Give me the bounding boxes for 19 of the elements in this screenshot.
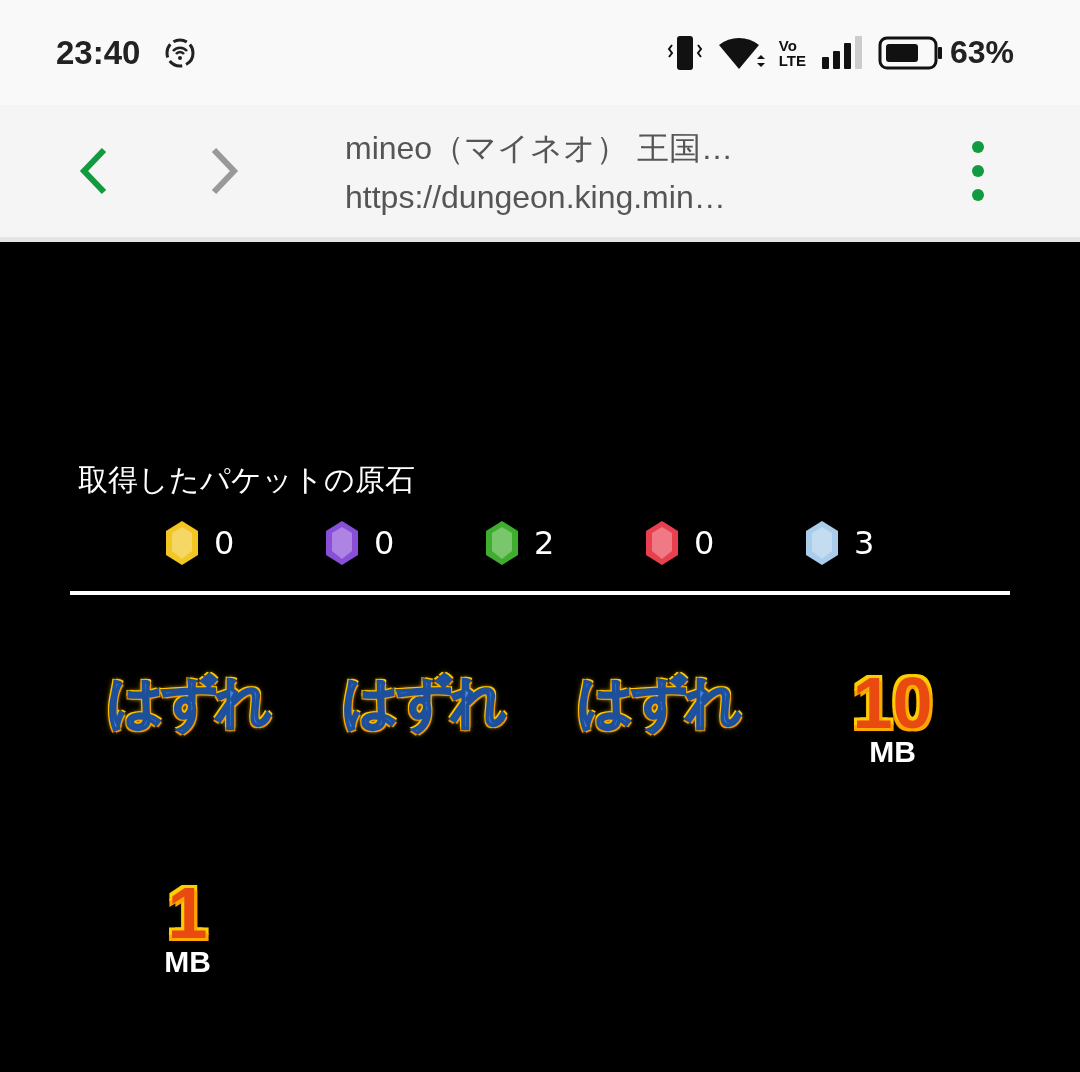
- clock-time: 23:40: [56, 33, 141, 72]
- page-url[interactable]: https://dungeon.king.min…: [345, 178, 971, 216]
- signal-icon: [819, 34, 864, 71]
- page-title: mineo（マイネオ） 王国…: [345, 128, 735, 168]
- back-icon[interactable]: [78, 146, 108, 196]
- gem-count: 0: [214, 524, 235, 562]
- battery-icon: [877, 35, 944, 70]
- miss-label: はずれ: [576, 668, 739, 736]
- more-menu-icon[interactable]: [971, 140, 985, 202]
- battery-percent: 63%: [949, 34, 1014, 71]
- gem-count: 3: [854, 524, 875, 562]
- miss-label: はずれ: [106, 668, 269, 736]
- miss-label: はずれ: [341, 668, 504, 736]
- gem-count: 2: [534, 524, 555, 562]
- section-title: 取得したパケットの原石: [78, 461, 416, 499]
- gem-count: 0: [694, 524, 715, 562]
- volte-indicator: Vo LTE: [778, 37, 806, 68]
- gem-count: 0: [374, 524, 395, 562]
- hotspot-icon: [164, 36, 197, 69]
